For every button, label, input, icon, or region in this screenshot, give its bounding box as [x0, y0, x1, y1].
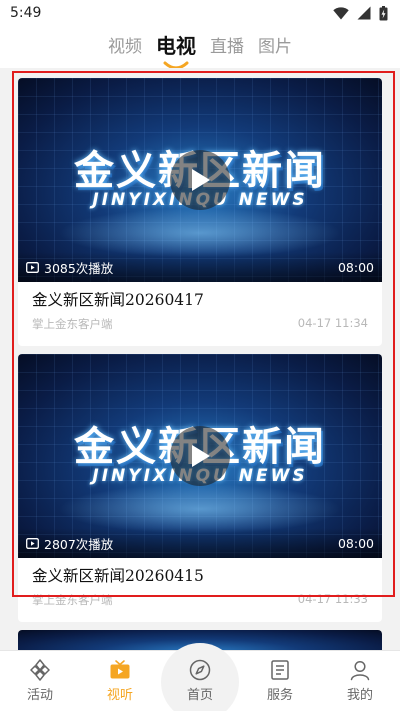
tab-live[interactable]: 直播: [210, 32, 244, 63]
thumbnail-info-bar: 2807次播放 08:00: [18, 528, 382, 558]
nav-activity[interactable]: 活动: [0, 659, 80, 703]
top-tab-bar: 视频 电视 直播 图片: [0, 26, 400, 69]
play-count: 2807次播放: [26, 534, 113, 553]
tab-label: 图片: [258, 36, 292, 57]
nav-service[interactable]: 服务: [240, 659, 320, 703]
tab-pictures[interactable]: 图片: [258, 32, 292, 63]
signal-icon: [357, 6, 371, 20]
video-meta: 掌上金东客户端 04-17 11:34: [18, 312, 382, 332]
nav-label: 活动: [26, 688, 53, 703]
video-time: 04-17 11:33: [297, 592, 368, 606]
tab-label: 视频: [108, 36, 142, 57]
battery-icon: [379, 5, 388, 20]
video-source: 掌上金东客户端: [32, 593, 113, 607]
video-thumbnail[interactable]: 金义新区新闻 JINYIXINQU NEWS 2807次播放 08:00: [18, 354, 382, 558]
video-title[interactable]: 金义新区新闻20260415: [18, 558, 382, 588]
service-icon: [271, 660, 289, 680]
play-count-text: 2807次播放: [44, 536, 114, 552]
video-feed[interactable]: 金义新区新闻 JINYIXINQU NEWS 3085次播放 08:00 金义新…: [0, 68, 400, 650]
video-thumbnail[interactable]: 金义新区新闻 JINYIXINQU NEWS 3085次播放 08:00: [18, 78, 382, 282]
nav-label: 视听: [106, 688, 133, 703]
status-time: 5:49: [10, 5, 42, 21]
video-meta: 掌上金东客户端 04-17 11:33: [18, 588, 382, 608]
profile-icon: [350, 660, 370, 681]
thumbnail-info-bar: 3085次播放 08:00: [18, 252, 382, 282]
play-count-text: 3085次播放: [44, 260, 114, 276]
video-card[interactable]: 金义新区新闻 JINYIXINQU NEWS 3085次播放 08:00 金义新…: [18, 78, 382, 346]
tab-tv[interactable]: 电视: [156, 30, 196, 69]
video-card[interactable]: 金义新区新闻 JINYIXINQU NEWS 2807次播放 08:00 金义新…: [18, 354, 382, 622]
video-title[interactable]: 金义新区新闻20260417: [18, 282, 382, 312]
play-icon: [192, 169, 210, 191]
status-bar: 5:49: [0, 0, 400, 26]
video-small-icon: [26, 261, 39, 273]
compass-icon: [189, 659, 211, 681]
nav-audiovisual[interactable]: 视听: [80, 659, 160, 703]
nav-label: 服务: [266, 688, 293, 703]
tab-label: 电视: [156, 33, 196, 58]
video-duration: 08:00: [337, 535, 374, 551]
bottom-nav: 活动 视听 首页 服务 我的: [0, 643, 400, 711]
video-small-icon: [26, 537, 39, 549]
play-count: 3085次播放: [26, 258, 113, 277]
activity-icon: [30, 659, 50, 681]
video-duration: 08:00: [337, 259, 374, 275]
nav-profile[interactable]: 我的: [320, 659, 400, 703]
nav-label: 我的: [346, 688, 373, 703]
tv-icon: [110, 660, 130, 679]
nav-label: 首页: [186, 688, 213, 703]
video-source: 掌上金东客户端: [32, 317, 113, 331]
tab-video[interactable]: 视频: [108, 32, 142, 63]
nav-home[interactable]: 首页: [160, 643, 240, 711]
wifi-icon: [333, 6, 349, 19]
tab-label: 直播: [210, 36, 244, 57]
status-icons: [333, 5, 388, 21]
play-button[interactable]: [170, 426, 230, 486]
play-button[interactable]: [170, 150, 230, 210]
play-icon: [192, 445, 210, 467]
video-time: 04-17 11:34: [297, 316, 368, 330]
